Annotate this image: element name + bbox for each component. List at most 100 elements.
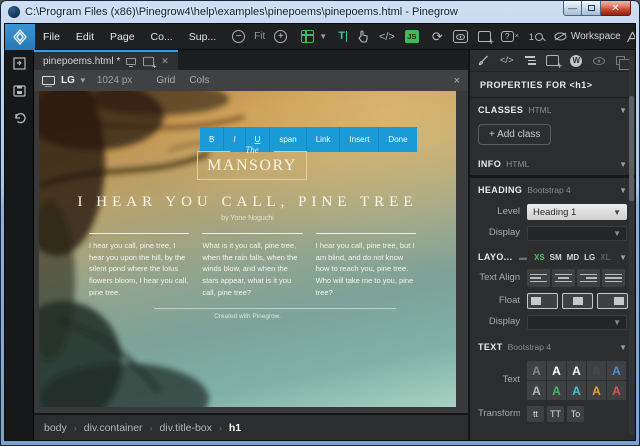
window-plus-icon[interactable]: [143, 56, 154, 65]
new-window-button[interactable]: [478, 31, 491, 42]
float-none-button[interactable]: [562, 293, 593, 309]
chevron-down-icon[interactable]: ▼: [619, 343, 627, 352]
panel-scrollbar[interactable]: [629, 56, 634, 434]
breadcrumb-title-box[interactable]: div.title-box: [160, 422, 212, 434]
breadcrumb-container[interactable]: div.container: [84, 422, 143, 434]
library-panel-button[interactable]: [13, 57, 26, 72]
menu-page[interactable]: Page: [102, 31, 143, 43]
viewport-monitor-icon[interactable]: [42, 76, 55, 85]
text-color-secondary[interactable]: A: [527, 381, 546, 400]
tab-pinepoems[interactable]: pinepoems.html * ✕: [34, 50, 178, 70]
poem-column-3[interactable]: I hear you call, pine tree, but I am bli…: [316, 233, 416, 298]
breakpoint-xl[interactable]: XL: [600, 253, 610, 262]
interaction-tool[interactable]: [357, 30, 369, 43]
save-button[interactable]: [13, 85, 26, 99]
float-left-button[interactable]: [527, 293, 558, 309]
zoom-fit-button[interactable]: Fit: [254, 31, 265, 42]
close-button[interactable]: ✕: [601, 1, 631, 16]
breakpoint-md[interactable]: MD: [567, 253, 579, 262]
tab-label: pinepoems.html *: [43, 56, 120, 67]
align-center-button[interactable]: [552, 269, 575, 287]
menu-file[interactable]: File: [35, 31, 68, 43]
duplicate-icon[interactable]: [616, 56, 625, 65]
text-color-white[interactable]: A: [547, 361, 566, 380]
poem-column-2[interactable]: What is it you call, pine tree, when the…: [202, 233, 302, 298]
text-color-primary[interactable]: A: [607, 361, 626, 380]
align-left-button[interactable]: [527, 269, 550, 287]
breakpoint-sm[interactable]: SM: [550, 253, 562, 262]
maximize-button[interactable]: [582, 1, 601, 16]
align-right-button[interactable]: [577, 269, 600, 287]
text-color-muted[interactable]: A: [527, 361, 546, 380]
text-section-header[interactable]: TEXT Bootstrap 4 ▼: [470, 333, 635, 358]
text-color-warning[interactable]: A: [587, 381, 606, 400]
breakpoint-xs[interactable]: XS: [534, 253, 545, 262]
workspace-button[interactable]: Workspace: [554, 31, 621, 42]
chevron-down-icon[interactable]: ▼: [619, 253, 627, 262]
zoom-out-button[interactable]: −: [232, 30, 245, 43]
breadcrumb-h1[interactable]: h1: [229, 422, 241, 434]
display-select[interactable]: ▼: [527, 226, 627, 241]
float-right-button[interactable]: [597, 293, 628, 309]
text-color-light[interactable]: A: [567, 361, 586, 380]
layout-section-header[interactable]: LAYO... ▬ XS SM MD LG XL ▼: [470, 244, 635, 266]
insert-button[interactable]: Insert: [340, 127, 379, 152]
minimize-button[interactable]: —: [563, 1, 582, 16]
menu-support[interactable]: Sup...: [181, 31, 224, 43]
pinegrow-logo[interactable]: [5, 24, 35, 50]
text-color-danger[interactable]: A: [607, 381, 626, 400]
add-class-button[interactable]: + Add class: [478, 124, 551, 145]
scrollbar-thumb[interactable]: [629, 96, 634, 201]
zoom-in-button[interactable]: +: [274, 30, 287, 43]
grid-toggle[interactable]: Grid: [156, 75, 175, 86]
chevron-down-icon[interactable]: ▼: [619, 160, 627, 169]
chevron-down-icon[interactable]: ▼: [619, 106, 627, 115]
heading-section-header[interactable]: HEADING Bootstrap 4 ▼: [470, 178, 635, 201]
help-toggle-button[interactable]: ?×: [501, 31, 519, 42]
viewport-size-selector[interactable]: LG: [61, 75, 75, 86]
code-view-button[interactable]: </>: [379, 31, 395, 43]
layout-display-select[interactable]: ▼: [527, 315, 627, 330]
title-bar[interactable]: C:\Program Files (x86)\Pinegrow4\help\ex…: [1, 1, 639, 23]
window-plus-icon[interactable]: [546, 55, 559, 66]
menu-edit[interactable]: Edit: [68, 31, 102, 43]
code-icon[interactable]: </>: [500, 55, 514, 66]
style-brush-icon[interactable]: [478, 55, 489, 66]
page-preview[interactable]: B I U span Link Insert Done The MANSORY: [39, 91, 456, 407]
link-button[interactable]: Link: [307, 127, 341, 152]
uppercase-button[interactable]: TT: [547, 406, 564, 422]
zoom-100-button[interactable]: 1: [529, 32, 543, 42]
text-color-success[interactable]: A: [547, 381, 566, 400]
menu-components[interactable]: Co...: [143, 31, 181, 43]
cols-toggle[interactable]: Cols: [189, 75, 209, 86]
done-button[interactable]: Done: [379, 127, 416, 152]
text-color-dark[interactable]: A: [587, 361, 606, 380]
design-tool-button[interactable]: [626, 31, 636, 43]
lowercase-button[interactable]: tt: [527, 406, 544, 422]
wordpress-icon[interactable]: W: [570, 55, 582, 67]
level-row: Level Heading 1 ▼: [470, 201, 635, 223]
tree-panel-icon[interactable]: [525, 56, 536, 65]
capitalize-button[interactable]: To: [567, 406, 584, 422]
viewport-close-icon[interactable]: ×: [454, 75, 460, 87]
text-edit-tool[interactable]: T: [338, 31, 347, 42]
grid-view-button[interactable]: ▼: [301, 30, 327, 43]
breadcrumb-body[interactable]: body: [44, 422, 67, 434]
poem-column-1[interactable]: I hear you call, pine tree, I hear you u…: [89, 233, 189, 298]
chevron-down-icon[interactable]: ▼: [619, 186, 627, 195]
align-justify-button[interactable]: [602, 269, 625, 287]
text-color-info[interactable]: A: [567, 381, 586, 400]
undo-button[interactable]: [13, 112, 26, 126]
monitor-icon[interactable]: [126, 58, 136, 65]
js-panel-button[interactable]: JS: [405, 30, 419, 43]
preview-button[interactable]: [453, 30, 468, 43]
classes-section-header[interactable]: CLASSES HTML ▼: [470, 98, 635, 121]
visibility-icon[interactable]: [593, 57, 605, 65]
text-align-label: Text Align: [478, 273, 520, 284]
refresh-button[interactable]: ⟳: [432, 29, 443, 45]
tab-close-icon[interactable]: ✕: [161, 57, 169, 66]
breakpoint-lg[interactable]: LG: [584, 253, 595, 262]
poem-heading[interactable]: I HEAR YOU CALL, PINE TREE: [39, 194, 456, 211]
level-select[interactable]: Heading 1 ▼: [527, 204, 627, 220]
info-section-header[interactable]: INFO HTML ▼: [470, 157, 635, 175]
